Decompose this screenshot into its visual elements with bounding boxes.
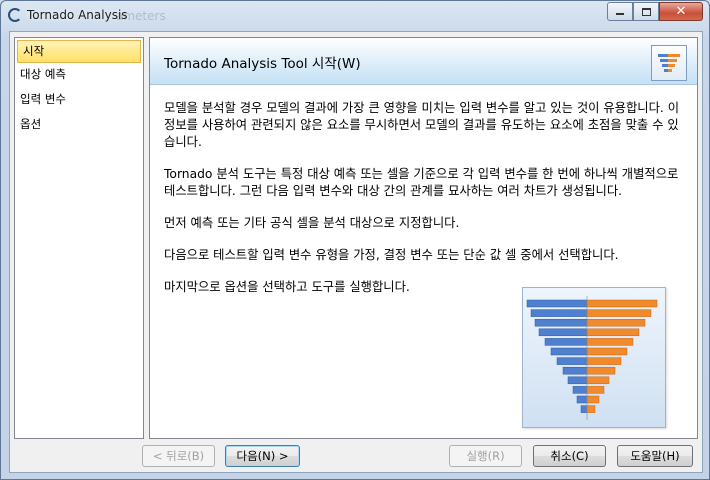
nav-item-start[interactable]: 시작	[17, 40, 141, 63]
help-button[interactable]: 도움말(H)	[617, 445, 693, 467]
content-panel: Tornado Analysis Tool 시작(W) 모델을 분석할 경우 모…	[149, 37, 698, 439]
tornado-bar-low	[580, 405, 588, 413]
tornado-bar-high	[586, 376, 610, 385]
tornado-bar-low	[562, 366, 588, 375]
app-icon	[8, 8, 22, 22]
intro-paragraph: Tornado 분석 도구는 특정 대상 예측 또는 셀을 기준으로 각 입력 …	[164, 167, 679, 198]
intro-paragraph: 모델을 분석할 경우 모델의 결과에 가장 큰 영향을 미치는 입력 변수를 알…	[164, 101, 680, 149]
tornado-bar-high	[586, 386, 605, 394]
dialog-client: 시작 대상 예측 입력 변수 옵션 Tornado Analysis Tool …	[9, 31, 703, 473]
tornado-bar-low	[550, 347, 588, 356]
tornado-bar-low	[526, 299, 588, 308]
tornado-bar-high	[586, 299, 658, 308]
button-bar: < 뒤로(B) 다음(N) > 실행(R) 취소(C) 도움말(H)	[10, 440, 702, 472]
tornado-bar-low	[572, 386, 588, 394]
tornado-bar-low	[534, 318, 588, 327]
nav-item-target-forecast[interactable]: 대상 예측	[15, 63, 143, 88]
nav-item-options[interactable]: 옵션	[15, 113, 143, 138]
run-button[interactable]: 실행(R)	[449, 445, 522, 467]
tornado-bar-low	[544, 338, 588, 346]
tornado-bar-low	[530, 309, 588, 317]
tornado-bar-high	[586, 318, 646, 327]
minimize-button[interactable]	[607, 2, 633, 21]
panel-header: Tornado Analysis Tool 시작(W)	[150, 38, 697, 85]
maximize-icon	[641, 7, 651, 16]
back-button[interactable]: < 뒤로(B)	[142, 445, 215, 467]
tornado-bar-low	[556, 357, 588, 365]
tornado-bar-high	[586, 395, 600, 404]
maximize-button[interactable]	[633, 2, 659, 21]
tornado-bar-high	[586, 347, 628, 356]
intro-text: 모델을 분석할 경우 모델의 결과에 가장 큰 영향을 미치는 입력 변수를 알…	[164, 100, 686, 311]
close-button[interactable]: ✕	[659, 2, 703, 21]
page-title: Tornado Analysis Tool 시작(W)	[164, 56, 361, 72]
window-title: Tornado Analysis	[27, 8, 128, 22]
title-bar[interactable]: Tornado Analysis ameters ✕	[1, 1, 709, 31]
tornado-bar-low	[538, 328, 588, 337]
tornado-analysis-window: Tornado Analysis ameters ✕ 시작 대상 예측 입력 변…	[0, 0, 710, 480]
tornado-bar-high	[586, 405, 596, 413]
tornado-bar-high	[586, 338, 634, 346]
tornado-bar-high	[586, 309, 652, 317]
tornado-bar-low	[576, 395, 588, 404]
tornado-bar-high	[586, 357, 622, 365]
cancel-button[interactable]: 취소(C)	[533, 445, 606, 467]
tornado-bar-high	[586, 328, 640, 337]
intro-paragraph: 다음으로 테스트할 입력 변수 유형을 가정, 결정 변수 또는 단순 값 셀 …	[164, 248, 619, 262]
tornado-bar-high	[586, 366, 616, 375]
intro-paragraph: 먼저 예측 또는 기타 공식 셀을 분석 대상으로 지정합니다.	[164, 216, 460, 230]
minimize-icon	[616, 13, 624, 15]
window-controls: ✕	[607, 2, 703, 21]
background-window-title: ameters	[116, 9, 166, 23]
tornado-chart-icon	[651, 45, 687, 81]
tornado-bar-low	[567, 376, 588, 385]
wizard-step-list[interactable]: 시작 대상 예측 입력 변수 옵션	[14, 37, 144, 439]
tornado-chart-illustration	[522, 287, 666, 428]
next-button[interactable]: 다음(N) >	[225, 445, 300, 467]
nav-item-input-variables[interactable]: 입력 변수	[15, 88, 143, 113]
close-icon: ✕	[675, 4, 687, 19]
